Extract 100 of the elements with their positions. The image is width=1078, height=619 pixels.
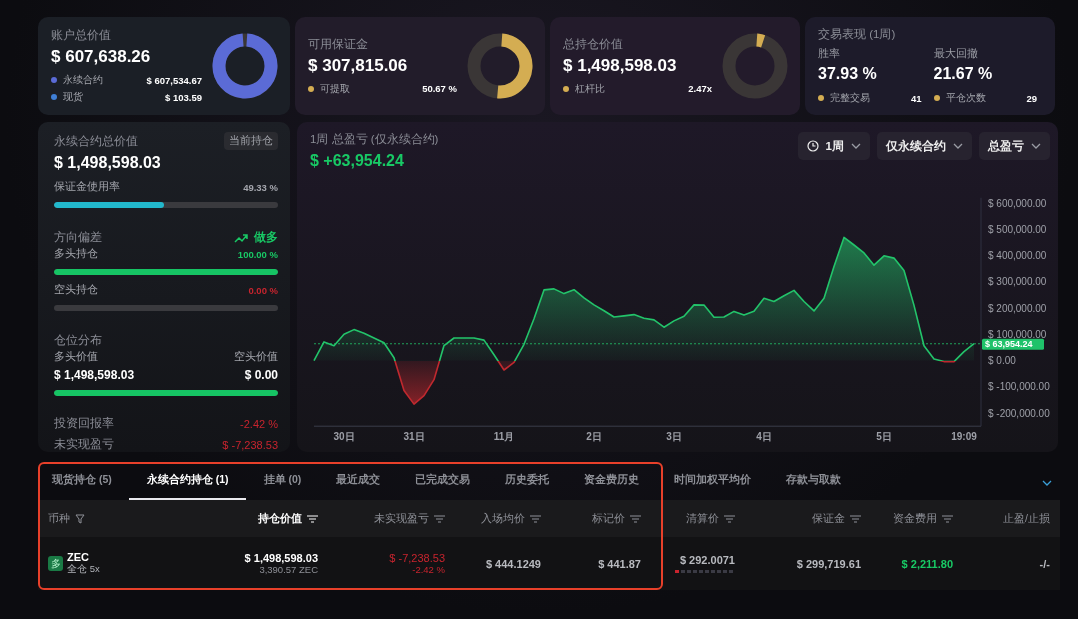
clock-icon: [806, 140, 819, 152]
metric-label: 多头价值: [54, 350, 98, 364]
table-cell: -/-: [1039, 557, 1050, 570]
sort-icon: [530, 514, 541, 523]
filter-icon: [75, 513, 85, 524]
pnl-value: $ +63,954.24: [310, 152, 405, 170]
tab[interactable]: 挂单 (0): [246, 462, 319, 500]
column-header[interactable]: 标记价: [551, 500, 651, 537]
dropdown-button[interactable]: 总盈亏: [979, 132, 1050, 160]
stat-value: $ -7,238.53: [222, 438, 278, 451]
card-value: $ 1,498,598.03: [563, 55, 678, 76]
legend-dot: [933, 95, 940, 101]
column-header[interactable]: 持仓价值: [198, 500, 328, 537]
tab[interactable]: 资金费历史: [566, 462, 657, 500]
metric-label: 多头持仓: [54, 247, 98, 261]
card-value: $ 307,815.06: [308, 55, 409, 76]
chevron-down-icon: [1031, 143, 1041, 149]
table-cell: $ 444.1249: [485, 557, 541, 570]
legend-label: 现货: [63, 90, 84, 104]
legend-label: 杠杆比: [575, 81, 606, 96]
y-tick-label: $ 100,000.00: [988, 328, 1047, 340]
table-cell: $ 292.0071: [679, 554, 735, 566]
column-header[interactable]: 未实现盈亏: [328, 500, 455, 537]
total-value: $ 1,498,598.03: [54, 154, 162, 172]
tab[interactable]: 已完成交易: [397, 462, 488, 500]
column-header[interactable]: 保证金: [745, 500, 871, 537]
dropdown-button[interactable]: 1周: [797, 132, 870, 160]
legend-value: $ 103.59: [165, 91, 202, 103]
metric-label: 最大回撤: [933, 46, 979, 61]
sort-icon: [850, 514, 861, 523]
donut-chart: [720, 31, 790, 101]
metric-label: 保证金使用率: [54, 180, 120, 194]
position-badge: 当前持仓: [224, 132, 278, 150]
metric-reading: 100.00 %: [237, 248, 278, 260]
column-header[interactable]: 币种: [38, 500, 198, 537]
sort-icon: [307, 514, 318, 523]
sort-icon: [942, 514, 953, 523]
side-badge: 多: [48, 556, 63, 571]
ref-line-label: $ 63,954.24: [985, 339, 1033, 350]
y-tick-label: $ -100,000.00: [988, 381, 1050, 393]
x-tick-label: 30日: [333, 431, 355, 442]
tab[interactable]: 历史委托: [487, 462, 567, 500]
legend-dot: [818, 95, 824, 101]
table-cell: $ 2,211.80: [901, 557, 953, 570]
chevron-down-icon: [1042, 479, 1052, 486]
card-title: 交易表现 (1周): [818, 27, 897, 42]
stat-label: 投资回报率: [54, 416, 114, 431]
tab[interactable]: 最近成交: [318, 462, 398, 500]
x-tick-label: 19:09: [951, 431, 977, 442]
legend-value: 29: [1026, 92, 1037, 104]
tab[interactable]: 时间加权平均价: [656, 462, 769, 500]
y-tick-label: $ 600,000.00: [988, 197, 1047, 209]
table-cell: $ 1,498,598.03: [244, 552, 318, 564]
card-title: 账户总价值: [51, 28, 112, 43]
metric-reading: 0.00 %: [248, 284, 278, 296]
metric-label: 空头持仓: [54, 283, 98, 297]
donut-chart: [210, 31, 280, 101]
x-tick-label: 11月: [493, 431, 515, 442]
trend-up-icon: [234, 232, 248, 243]
legend-label: 平仓次数: [945, 91, 987, 105]
metric-reading: 49.33 %: [243, 181, 278, 193]
metric-label: 空头价值: [234, 350, 278, 364]
legend-label: 可提取: [320, 81, 351, 96]
table-cell: $ -7,238.53: [389, 552, 445, 564]
chevron-down-icon: [953, 143, 963, 149]
card-value: $ 607,638.26: [51, 47, 152, 67]
chevron-down-icon: [851, 143, 861, 149]
section-title: 方向偏差: [54, 230, 102, 245]
donut-chart: [465, 31, 535, 101]
y-tick-label: $ 200,000.00: [988, 302, 1047, 314]
y-tick-label: $ 400,000.00: [988, 250, 1047, 261]
column-header[interactable]: 止盈/止损: [963, 500, 1060, 537]
asset-symbol: ZEC: [67, 551, 90, 563]
chart-title: 1周 总盈亏 (仅永续合约): [310, 132, 439, 147]
sort-icon: [630, 514, 641, 523]
legend-value: 41: [910, 92, 922, 104]
x-tick-label: 31日: [403, 431, 425, 442]
stat-value: -2.42 %: [240, 417, 278, 430]
y-tick-label: $ 0.00: [988, 355, 1016, 367]
x-tick-label: 2日: [586, 431, 602, 442]
section-title: 仓位分布: [54, 333, 102, 348]
short-value: $ 0.00: [244, 368, 278, 382]
column-header[interactable]: 资金费用: [871, 500, 963, 537]
table-cell: $ 299,719.61: [796, 557, 861, 570]
panel-title: 永续合约总价值: [54, 133, 138, 149]
column-header[interactable]: 清算价: [651, 500, 745, 537]
tab[interactable]: 存款与取款: [768, 462, 859, 500]
tab[interactable]: 现货持仓 (5): [38, 462, 130, 500]
legend-value: 2.47x: [688, 83, 712, 94]
metric-value: 21.67 %: [933, 65, 994, 83]
metric-label: 胜率: [818, 46, 841, 61]
metric-value: 37.93 %: [818, 65, 878, 83]
y-tick-label: $ 500,000.00: [988, 223, 1047, 235]
table-cell: 3,390.57 ZEC: [259, 564, 318, 575]
dropdown-button[interactable]: 仅永续合约: [877, 132, 972, 160]
legend-label: 完整交易: [830, 91, 871, 105]
value-tag: $ 63,954.24: [982, 338, 1044, 350]
sort-icon: [434, 514, 445, 523]
table-cell: -2.42 %: [412, 564, 445, 575]
column-header[interactable]: 入场均价: [455, 500, 551, 537]
